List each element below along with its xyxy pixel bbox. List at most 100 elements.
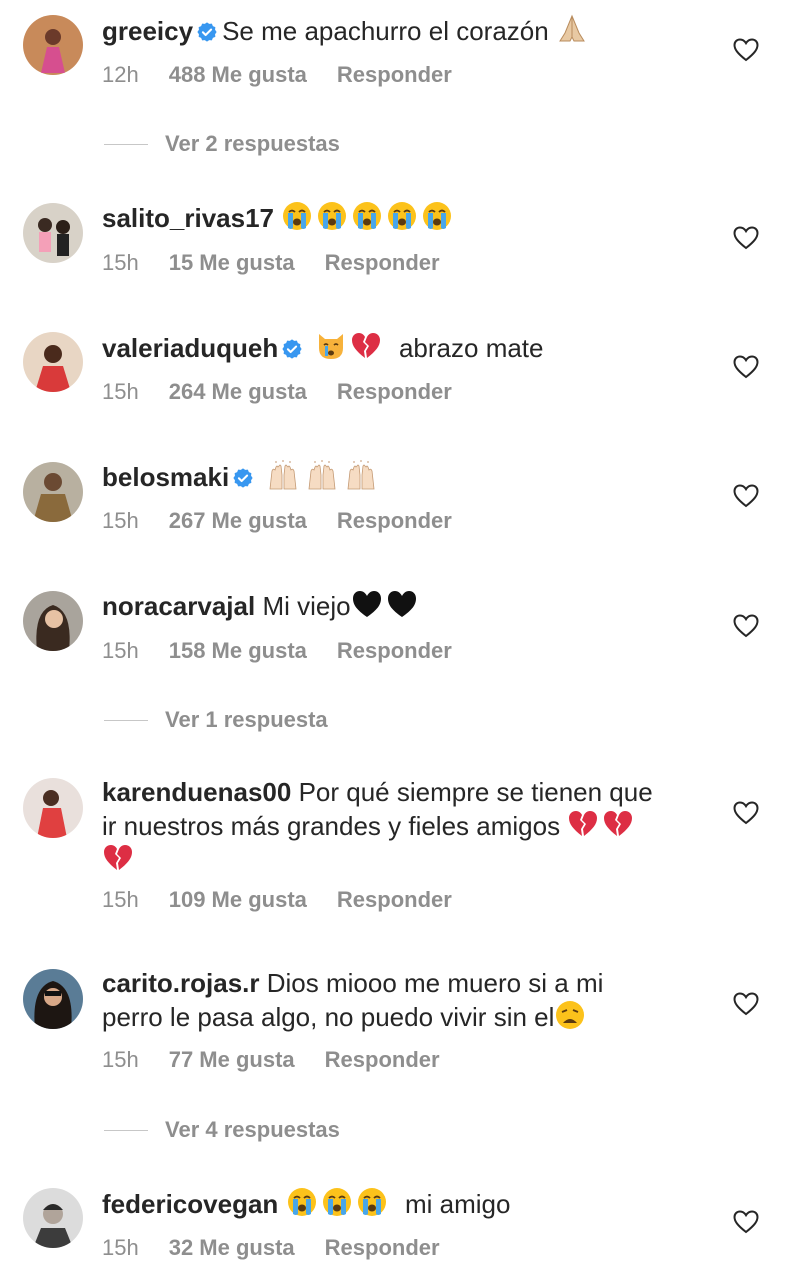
- comment-body: Mi viejo: [262, 591, 351, 621]
- likes-count[interactable]: 15 Me gusta: [169, 250, 295, 275]
- comment-meta: 15h 77 Me gusta Responder: [102, 1047, 470, 1073]
- comment-meta: 12h 488 Me gusta Responder: [102, 62, 482, 88]
- likes-count[interactable]: 32 Me gusta: [169, 1235, 295, 1260]
- comment-text: belosmaki: [102, 459, 702, 493]
- avatar[interactable]: [23, 462, 83, 522]
- reply-button[interactable]: Responder: [337, 379, 452, 404]
- username[interactable]: federicovegan: [102, 1189, 278, 1219]
- likes-count[interactable]: 77 Me gusta: [169, 1047, 295, 1072]
- username[interactable]: carito.rojas.r: [102, 968, 260, 998]
- comment-text: karenduenas00 Por qué siempre se tienen …: [102, 777, 702, 876]
- reply-button[interactable]: Responder: [337, 887, 452, 912]
- avatar[interactable]: [23, 332, 83, 392]
- reply-button[interactable]: Responder: [337, 508, 452, 533]
- comment-text: valeriaduqueh abrazo mate: [102, 330, 702, 364]
- avatar[interactable]: [23, 15, 83, 75]
- crying-face-icon: [351, 200, 383, 232]
- verified-badge-icon: [196, 21, 218, 43]
- avatar[interactable]: [23, 1188, 83, 1248]
- black-heart-icon: [386, 588, 418, 620]
- black-heart-icon: [351, 588, 383, 620]
- comment-meta: 15h 158 Me gusta Responder: [102, 638, 482, 664]
- divider-line: [104, 143, 148, 145]
- divider-line: [104, 719, 148, 721]
- heart-outline-icon[interactable]: [733, 38, 759, 62]
- comment-body-line2: perro le pasa algo, no puedo vivir sin e…: [102, 1002, 555, 1032]
- crying-face-icon: [281, 200, 313, 232]
- heart-outline-icon[interactable]: [733, 801, 759, 825]
- comment-meta: 15h 267 Me gusta Responder: [102, 508, 482, 534]
- crying-face-icon: [321, 1186, 353, 1218]
- heart-outline-icon[interactable]: [733, 992, 759, 1016]
- timestamp: 12h: [102, 62, 139, 87]
- heart-outline-icon[interactable]: [733, 226, 759, 250]
- likes-count[interactable]: 158 Me gusta: [169, 638, 307, 663]
- comment-meta: 15h 15 Me gusta Responder: [102, 250, 470, 276]
- heart-outline-icon[interactable]: [733, 614, 759, 638]
- divider-line: [104, 1129, 148, 1131]
- crying-face-icon: [286, 1186, 318, 1218]
- timestamp: 15h: [102, 508, 139, 533]
- username[interactable]: noracarvajal: [102, 591, 255, 621]
- comment-body-line2: ir nuestros más grandes y fieles amigos: [102, 811, 561, 841]
- weary-face-icon: [554, 999, 586, 1031]
- username[interactable]: karenduenas00: [102, 777, 291, 807]
- timestamp: 15h: [102, 250, 139, 275]
- crying-face-icon: [316, 200, 348, 232]
- timestamp: 15h: [102, 1235, 139, 1260]
- timestamp: 15h: [102, 638, 139, 663]
- username[interactable]: belosmaki: [102, 462, 229, 492]
- reply-button[interactable]: Responder: [325, 1235, 440, 1260]
- comment-body: abrazo mate: [398, 333, 544, 363]
- comment-text: salito_rivas17: [102, 200, 702, 234]
- avatar[interactable]: [23, 203, 83, 263]
- view-replies-label: Ver 2 respuestas: [165, 131, 340, 156]
- likes-count[interactable]: 267 Me gusta: [169, 508, 307, 533]
- likes-count[interactable]: 488 Me gusta: [169, 62, 307, 87]
- folded-hands-icon: [556, 13, 588, 45]
- crying-cat-icon: [315, 330, 347, 362]
- reply-button[interactable]: Responder: [337, 62, 452, 87]
- view-replies-button[interactable]: Ver 4 respuestas: [104, 1117, 340, 1143]
- username[interactable]: salito_rivas17: [102, 203, 274, 233]
- comment-body-line1: Por qué siempre se tienen que: [298, 777, 653, 807]
- reply-button[interactable]: Responder: [325, 250, 440, 275]
- broken-heart-icon: [602, 808, 634, 840]
- view-replies-button[interactable]: Ver 1 respuesta: [104, 707, 328, 733]
- comment-text: greeicy Se me apachurro el corazón: [102, 13, 702, 47]
- timestamp: 15h: [102, 887, 139, 912]
- heart-outline-icon[interactable]: [733, 484, 759, 508]
- view-replies-label: Ver 1 respuesta: [165, 707, 328, 732]
- reply-button[interactable]: Responder: [325, 1047, 440, 1072]
- view-replies-button[interactable]: Ver 2 respuestas: [104, 131, 340, 157]
- broken-heart-icon: [102, 842, 134, 874]
- crying-face-icon: [386, 200, 418, 232]
- comment-text: noracarvajal Mi viejo: [102, 588, 702, 622]
- reply-button[interactable]: Responder: [337, 638, 452, 663]
- comment-text: carito.rojas.r Dios miooo me muero si a …: [102, 968, 702, 1033]
- comment-body-line1: Dios miooo me muero si a mi: [266, 968, 604, 998]
- verified-badge-icon: [232, 467, 254, 489]
- avatar[interactable]: [23, 969, 83, 1029]
- comment-body: Se me apachurro el corazón: [222, 16, 549, 46]
- broken-heart-icon: [567, 808, 599, 840]
- username[interactable]: valeriaduqueh: [102, 333, 278, 363]
- timestamp: 15h: [102, 379, 139, 404]
- likes-count[interactable]: 109 Me gusta: [169, 887, 307, 912]
- crying-face-icon: [421, 200, 453, 232]
- heart-outline-icon[interactable]: [733, 355, 759, 379]
- comment-meta: 15h 264 Me gusta Responder: [102, 379, 482, 405]
- raising-hands-icon: [304, 459, 340, 491]
- timestamp: 15h: [102, 1047, 139, 1072]
- view-replies-label: Ver 4 respuestas: [165, 1117, 340, 1142]
- broken-heart-icon: [350, 330, 382, 362]
- username[interactable]: greeicy: [102, 16, 193, 46]
- comment-meta: 15h 32 Me gusta Responder: [102, 1235, 470, 1261]
- crying-face-icon: [356, 1186, 388, 1218]
- heart-outline-icon[interactable]: [733, 1210, 759, 1234]
- comment-meta: 15h 109 Me gusta Responder: [102, 887, 482, 913]
- avatar[interactable]: [23, 778, 83, 838]
- verified-badge-icon: [281, 338, 303, 360]
- likes-count[interactable]: 264 Me gusta: [169, 379, 307, 404]
- avatar[interactable]: [23, 591, 83, 651]
